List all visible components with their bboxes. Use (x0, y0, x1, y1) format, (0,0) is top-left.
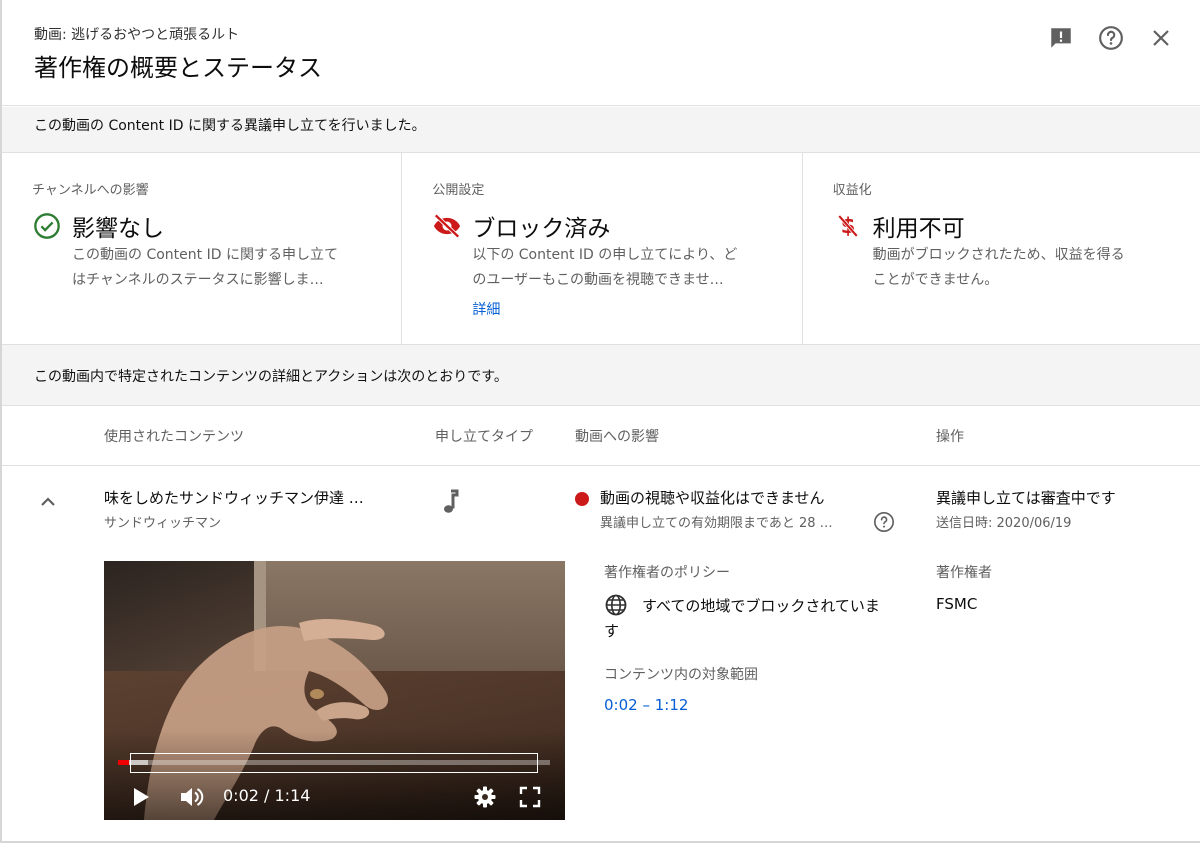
column-header-claim-type: 申し立てタイプ (435, 429, 533, 445)
page-title: 著作権の概要とステータス (34, 54, 322, 82)
column-header-impact: 動画への影響 (575, 429, 659, 445)
details-link[interactable]: 詳細 (472, 299, 500, 319)
card-description-line: この動画の Content ID に関する申し立て (72, 247, 338, 263)
dispute-help-button[interactable] (873, 511, 895, 533)
fullscreen-button[interactable] (518, 785, 542, 809)
owner-value: FSMC (936, 595, 978, 613)
card-description-line: ことができません。 (872, 272, 999, 288)
dialog: 動画: 逃げるおやつと頑張るルト 著作権の概要とステータス この動画の Cont… (0, 0, 1200, 843)
card-description: この動画の Content ID に関する申し立て はチャンネルのステータスに影… (72, 243, 372, 293)
card-status: 利用不可 (872, 216, 965, 242)
video-label: 動画: 逃げるおやつと頑張るルト (34, 27, 240, 43)
summary-cards: チャンネルへの影響 影響なし この動画の Content ID に関する申し立て… (2, 153, 1200, 344)
dispute-banner-text: この動画の Content ID に関する異議申し立てを行いました。 (34, 118, 426, 134)
dispute-banner: この動画の Content ID に関する異議申し立てを行いました。 (2, 107, 1200, 153)
action-status: 異議申し立ては審査中です (936, 489, 1116, 507)
card-label: チャンネルへの影響 (32, 183, 149, 198)
card-description-line: 動画がブロックされたため、収益を得る (872, 247, 1125, 263)
card-description-line: のユーザーもこの動画を視聴できませ… (472, 272, 724, 288)
volume-button[interactable] (178, 785, 206, 809)
blocked-status-dot (575, 492, 589, 506)
play-button[interactable] (130, 785, 152, 809)
owner-label: 著作権者 (936, 565, 992, 581)
content-section-text: この動画内で特定されたコンテンツの詳細とアクションは次のとおりです。 (34, 369, 508, 385)
column-header-action: 操作 (936, 429, 964, 445)
card-description-line: 以下の Content ID の申し立てにより、ど (472, 247, 738, 263)
music-note-icon (438, 488, 462, 516)
content-section-banner: この動画内で特定されたコンテンツの詳細とアクションは次のとおりです。 (2, 344, 1200, 406)
content-title: 味をしめたサンドウィッチマン伊達 … (104, 489, 364, 507)
action-submitted-date: 送信日時: 2020/06/19 (936, 516, 1072, 531)
close-button[interactable] (1147, 24, 1175, 52)
gear-icon (474, 786, 496, 808)
settings-button[interactable] (472, 785, 498, 809)
card-description: 以下の Content ID の申し立てにより、ど のユーザーもこの動画を視聴で… (472, 243, 772, 293)
collapse-row-button[interactable] (36, 490, 60, 514)
policy-value: すべての地域でブロックされています (604, 593, 894, 644)
card-status: ブロック済み (472, 216, 611, 242)
card-monetization: 収益化 $ 利用不可 動画がブロックされたため、収益を得る ことができません。 (803, 153, 1200, 344)
matched-range-link[interactable]: 0:02 – 1:12 (604, 696, 688, 714)
dialog-header: 動画: 逃げるおやつと頑張るルト 著作権の概要とステータス (2, 0, 1200, 106)
column-header-content: 使用されたコンテンツ (104, 429, 244, 445)
card-channel-impact: チャンネルへの影響 影響なし この動画の Content ID に関する申し立て… (2, 153, 403, 344)
card-status: 影響なし (72, 216, 164, 242)
card-description: 動画がブロックされたため、収益を得る ことができません。 (873, 243, 1173, 293)
close-icon (1153, 30, 1169, 46)
help-icon (1099, 26, 1123, 50)
impact-text: 動画の視聴や収益化はできません (600, 489, 825, 507)
card-description-line: はチャンネルのステータスに影響しま… (72, 272, 324, 288)
feedback-button[interactable] (1047, 24, 1075, 52)
video-time: 0:02 / 1:14 (223, 786, 311, 805)
help-icon (874, 512, 894, 532)
card-label: 収益化 (832, 183, 872, 198)
feedback-icon (1051, 28, 1071, 48)
fullscreen-icon (519, 786, 541, 808)
globe-icon (605, 594, 627, 616)
eye-off-icon (432, 211, 462, 241)
content-artist: サンドウィッチマン (104, 516, 222, 531)
play-icon (134, 788, 149, 806)
range-label: コンテンツ内の対象範囲 (604, 667, 758, 683)
impact-subtext: 異議申し立ての有効期限まであと 28 … (600, 516, 833, 531)
chevron-up-icon (41, 497, 55, 506)
card-visibility: 公開設定 ブロック済み 以下の Content ID の申し立てにより、ど のユ… (402, 153, 803, 344)
video-preview-player[interactable]: 0:02 / 1:14 (104, 561, 565, 820)
card-label: 公開設定 (432, 183, 485, 198)
check-circle-icon (32, 211, 62, 241)
video-progress-bar[interactable] (118, 760, 550, 765)
claims-table-header: 使用されたコンテンツ 申し立てタイプ 動画への影響 操作 (2, 406, 1200, 466)
dollar-off-icon: $ (833, 211, 863, 241)
policy-text: すべての地域でブロックされています (604, 597, 880, 640)
help-button[interactable] (1097, 24, 1125, 52)
volume-icon (181, 788, 204, 806)
video-played-bar (118, 760, 129, 765)
policy-label: 著作権者のポリシー (604, 565, 730, 581)
